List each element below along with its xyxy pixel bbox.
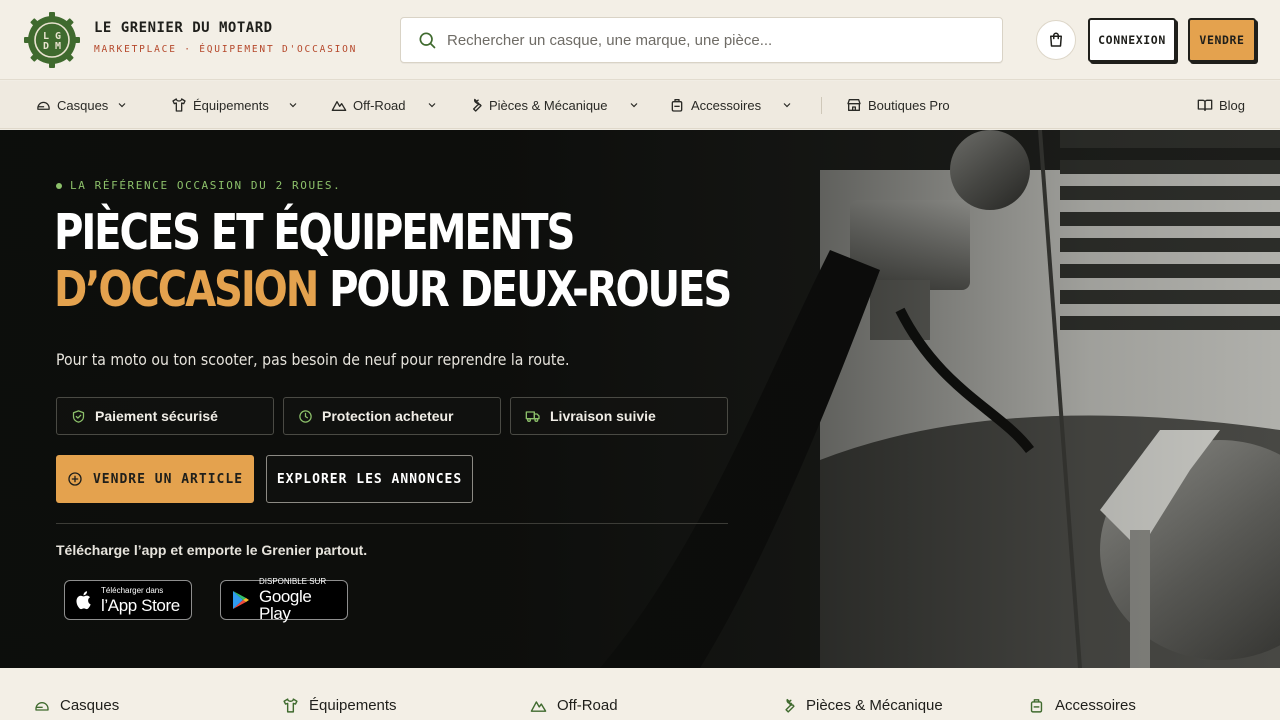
shield-check-icon bbox=[72, 409, 85, 423]
logo[interactable]: L G D M bbox=[24, 12, 80, 68]
nav-item-label: Pièces & Mécanique bbox=[489, 97, 608, 113]
hero-title: PIÈCES ET ÉQUIPEMENTS D’OCCASION POUR DE… bbox=[54, 204, 732, 318]
app-store-badge[interactable]: Télécharger dans l’App Store bbox=[64, 580, 192, 620]
category-accessoires[interactable]: Accessoires bbox=[1028, 697, 1136, 714]
nav-item-label: Boutiques Pro bbox=[868, 97, 950, 113]
sell-button[interactable]: VENDRE bbox=[1188, 18, 1256, 62]
wrench-icon bbox=[473, 98, 482, 112]
mountain-icon bbox=[530, 701, 547, 712]
app-download-text: Télécharge l’app et emporte le Grenier p… bbox=[56, 542, 368, 558]
mountain-icon bbox=[331, 101, 347, 111]
nav-item-label: Accessoires bbox=[691, 97, 762, 113]
search-bar[interactable] bbox=[400, 17, 1003, 63]
chevron-down-icon bbox=[630, 103, 637, 108]
book-open-icon bbox=[1197, 99, 1213, 111]
explore-listings-button[interactable]: EXPLORER LES ANNONCES bbox=[266, 455, 473, 503]
sell-article-button[interactable]: VENDRE UN ARTICLE bbox=[56, 455, 254, 503]
hero-eyebrow-text: LA RÉFÉRENCE OCCASION DU 2 ROUES. bbox=[70, 179, 342, 192]
google-play-small: DISPONIBLE SUR bbox=[259, 577, 327, 586]
nav-item-pieces-mecanique[interactable]: Pièces & Mécanique bbox=[467, 81, 640, 129]
wrench-icon bbox=[785, 698, 795, 713]
login-button[interactable]: CONNEXION bbox=[1088, 18, 1176, 62]
nav-item-equipements[interactable]: Équipements bbox=[171, 81, 299, 129]
app-store-big: l’App Store bbox=[101, 595, 180, 615]
feature-label: Paiement sécurisé bbox=[95, 408, 218, 424]
helmet-icon bbox=[35, 701, 49, 711]
category-label: Accessoires bbox=[1055, 697, 1136, 714]
nav-divider bbox=[821, 97, 822, 114]
logo-letter: M bbox=[55, 41, 61, 52]
sell-article-label: VENDRE UN ARTICLE bbox=[92, 471, 244, 487]
tshirt-icon bbox=[172, 98, 186, 112]
hero-eyebrow: LA RÉFÉRENCE OCCASION DU 2 ROUES. bbox=[56, 179, 341, 192]
apple-icon bbox=[76, 591, 91, 610]
nav-item-label: Casques bbox=[57, 97, 109, 113]
nav-item-off-road[interactable]: Off-Road bbox=[331, 81, 438, 129]
category-casques[interactable]: Casques bbox=[34, 697, 119, 714]
clock-icon bbox=[299, 409, 312, 423]
plus-circle-icon bbox=[68, 472, 82, 486]
brand-name: LE GRENIER DU MOTARD bbox=[94, 20, 273, 36]
feature-label: Protection acheteur bbox=[322, 408, 454, 424]
chevron-down-icon bbox=[428, 103, 435, 108]
gear-logo-icon: L G D M bbox=[24, 12, 80, 68]
feature-buyer-protection: Protection acheteur bbox=[283, 397, 501, 435]
status-dot bbox=[56, 182, 62, 189]
backpack-icon bbox=[671, 99, 683, 112]
hero-subtitle: Pour ta moto ou ton scooter, pas besoin … bbox=[56, 350, 570, 369]
truck-icon bbox=[525, 411, 540, 422]
google-play-icon bbox=[233, 591, 249, 609]
tshirt-icon bbox=[283, 698, 298, 713]
backpack-icon bbox=[1030, 699, 1043, 713]
google-play-badge[interactable]: DISPONIBLE SUR Google Play bbox=[220, 577, 348, 623]
nav-item-boutiques-pro[interactable]: Boutiques Pro bbox=[846, 81, 950, 129]
feature-tracked-delivery: Livraison suivie bbox=[510, 397, 728, 435]
hero-divider bbox=[56, 523, 728, 524]
hero-banner: LA RÉFÉRENCE OCCASION DU 2 ROUES. PIÈCES… bbox=[0, 130, 1280, 668]
category-label: Off-Road bbox=[557, 697, 618, 714]
category-equipements[interactable]: Équipements bbox=[282, 697, 397, 714]
feature-label: Livraison suivie bbox=[550, 408, 656, 424]
chevron-down-icon bbox=[289, 103, 297, 108]
category-off-road[interactable]: Off-Road bbox=[530, 697, 618, 714]
search-icon bbox=[419, 32, 436, 49]
hero-title-line1: PIÈCES ET ÉQUIPEMENTS bbox=[54, 204, 575, 261]
brand-block[interactable]: LE GRENIER DU MOTARD MARKETPLACE · ÉQUIP… bbox=[94, 20, 357, 55]
hero-title-line2: POUR DEUX-ROUES bbox=[317, 261, 732, 318]
app-store-small: Télécharger dans bbox=[101, 585, 164, 595]
nav-item-casques[interactable]: Casques bbox=[36, 81, 128, 129]
google-play-big: Google Play bbox=[259, 587, 312, 623]
category-pieces-mecanique[interactable]: Pièces & Mécanique bbox=[779, 697, 943, 714]
category-strip: Casques Équipements Off-Road Pièces & Mé… bbox=[0, 668, 1280, 720]
nav-item-label: Blog bbox=[1219, 97, 1246, 113]
nav-item-blog[interactable]: Blog bbox=[1197, 81, 1245, 129]
search-input[interactable] bbox=[447, 31, 967, 49]
category-nav: Casques Équipements Off-Road Pièces & Mé… bbox=[0, 81, 1280, 129]
category-label: Équipements bbox=[309, 697, 397, 714]
storefront-icon bbox=[847, 99, 861, 111]
site-header: L G D M LE GRENIER DU MOTARD MARKETPLACE… bbox=[0, 0, 1280, 80]
brand-tagline: MARKETPLACE · ÉQUIPEMENT D'OCCASION bbox=[94, 44, 358, 55]
chevron-down-icon bbox=[118, 103, 126, 108]
shopping-bag-icon bbox=[1050, 32, 1062, 47]
category-label: Pièces & Mécanique bbox=[806, 697, 943, 714]
category-label: Casques bbox=[60, 697, 120, 714]
nav-item-label: Équipements bbox=[193, 97, 269, 113]
chevron-down-icon bbox=[783, 103, 791, 108]
hero-title-accent: D’OCCASION bbox=[54, 261, 319, 318]
nav-item-accessoires[interactable]: Accessoires bbox=[669, 81, 793, 129]
feature-secure-payment: Paiement sécurisé bbox=[56, 397, 274, 435]
nav-item-label: Off-Road bbox=[353, 97, 406, 113]
cart-button[interactable] bbox=[1036, 20, 1076, 60]
helmet-icon bbox=[37, 101, 50, 110]
logo-letter: D bbox=[43, 41, 49, 52]
